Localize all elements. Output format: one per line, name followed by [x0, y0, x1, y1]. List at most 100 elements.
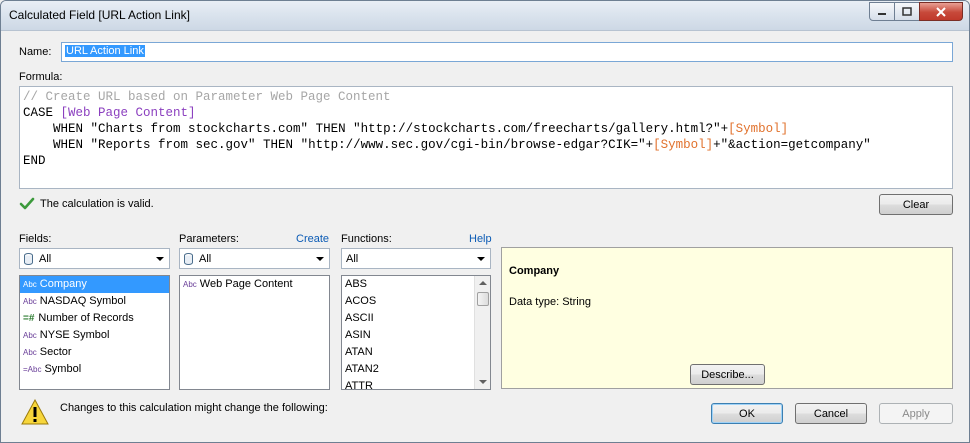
list-item[interactable]: =Abc Symbol [20, 361, 169, 378]
formula-label: Formula: [19, 71, 63, 83]
fields-filter-dropdown[interactable]: All [19, 248, 170, 269]
list-item-label: Web Page Content [199, 278, 293, 290]
functions-list[interactable]: ABSACOSASCIIASINATANATAN2ATTRAVG [341, 275, 491, 390]
cancel-button[interactable]: Cancel [795, 403, 867, 424]
formula-token-param: [Symbol] [728, 122, 789, 136]
formula-line: WHEN "Charts from stockcharts.com" THEN … [23, 121, 949, 137]
validation-status: The calculation is valid. [19, 197, 154, 211]
minimize-icon [878, 12, 886, 15]
description-title: Company [509, 265, 560, 277]
function-item[interactable]: ASIN [342, 327, 490, 344]
list-item-label: Sector [39, 346, 72, 358]
function-item[interactable]: ABS [342, 276, 490, 293]
formula-token-kw: CASE [23, 106, 61, 120]
parameters-filter-value: All [199, 252, 212, 265]
describe-button[interactable]: Describe... [690, 364, 765, 385]
formula-token-kw: + [713, 138, 721, 152]
fields-filter-value: All [39, 252, 52, 265]
chevron-down-icon [477, 257, 485, 261]
scroll-down-icon[interactable] [479, 380, 487, 384]
calculated-field-dialog: Calculated Field [URL Action Link] Name:… [0, 0, 970, 443]
data-type-icon: Abc [23, 280, 37, 289]
formula-token-param: [Symbol] [653, 138, 714, 152]
validation-text: The calculation is valid. [40, 198, 154, 210]
ok-button[interactable]: OK [711, 403, 783, 424]
formula-token-comment: // Create URL based on Parameter Web Pag… [23, 90, 391, 104]
checkmark-icon [19, 197, 35, 210]
parameters-filter-dropdown[interactable]: All [179, 248, 330, 269]
name-label: Name: [19, 46, 52, 58]
formula-token-str: "Reports from sec.gov" [90, 138, 256, 152]
data-type-icon: Abc [183, 280, 197, 289]
list-item[interactable]: Abc Company [20, 276, 169, 293]
list-item-label: NASDAQ Symbol [39, 295, 126, 307]
formula-token-kw: THEN [255, 138, 301, 152]
functions-help-link[interactable]: Help [469, 233, 492, 245]
chevron-down-icon [316, 257, 324, 261]
list-item-label: Symbol [44, 363, 82, 375]
fields-list[interactable]: Abc Company Abc NASDAQ Symbol =# Number of Re… [19, 275, 170, 390]
functions-scrollbar[interactable] [474, 276, 490, 389]
formula-token-kw: THEN [308, 122, 354, 136]
data-type-icon: =Abc [23, 365, 42, 374]
function-item[interactable]: ATAN2 [342, 361, 490, 378]
window-controls [869, 2, 963, 21]
list-item-label: Number of Records [38, 312, 134, 324]
list-item[interactable]: Abc NYSE Symbol [20, 327, 169, 344]
fields-label: Fields: [19, 233, 52, 245]
list-item[interactable]: Abc Sector [20, 344, 169, 361]
data-type-icon: Abc [23, 331, 37, 340]
apply-button[interactable]: Apply [879, 403, 953, 424]
functions-label: Functions: [341, 233, 392, 245]
data-type-icon: Abc [23, 348, 37, 357]
function-item[interactable]: ACOS [342, 293, 490, 310]
minimize-button[interactable] [869, 2, 895, 21]
formula-token-kw: END [23, 154, 46, 168]
formula-line: CASE [Web Page Content] [23, 105, 949, 121]
list-item[interactable]: Abc Web Page Content [180, 276, 329, 293]
list-item-label: Company [39, 278, 87, 290]
title-bar[interactable]: Calculated Field [URL Action Link] [1, 1, 969, 31]
clear-button[interactable]: Clear [879, 194, 953, 215]
name-value: URL Action Link [65, 45, 145, 57]
formula-token-str: "&action=getcompany" [720, 138, 871, 152]
formula-token-str: "http://stockcharts.com/freecharts/galle… [353, 122, 721, 136]
name-field[interactable]: URL Action Link [61, 42, 953, 62]
window-title: Calculated Field [URL Action Link] [9, 8, 190, 22]
functions-filter-dropdown[interactable]: All [341, 248, 491, 269]
warning-icon [21, 399, 49, 425]
functions-filter-value: All [346, 252, 359, 265]
formula-line: // Create URL based on Parameter Web Pag… [23, 89, 949, 105]
list-item[interactable]: Abc NASDAQ Symbol [20, 293, 169, 310]
parameters-list[interactable]: Abc Web Page Content [179, 275, 330, 390]
maximize-button[interactable] [894, 2, 920, 21]
formula-token-kw: WHEN [23, 122, 91, 136]
description-data-type: Data type: String [509, 296, 591, 308]
close-icon [936, 6, 946, 17]
database-icon [24, 252, 33, 265]
chevron-down-icon [156, 257, 164, 261]
list-item[interactable]: =# Number of Records [20, 310, 169, 327]
formula-token-str: "http://www.sec.gov/cgi-bin/browse-edgar… [300, 138, 646, 152]
create-parameter-link[interactable]: Create [296, 233, 329, 245]
maximize-icon [902, 7, 912, 16]
formula-line: WHEN "Reports from sec.gov" THEN "http:/… [23, 137, 949, 153]
formula-token-field: [Web Page Content] [60, 106, 196, 120]
scroll-thumb[interactable] [477, 292, 489, 306]
formula-token-kw: WHEN [23, 138, 91, 152]
formula-token-str: "Charts from stockcharts.com" [90, 122, 309, 136]
list-item-label: NYSE Symbol [39, 329, 110, 341]
data-type-icon: Abc [23, 297, 37, 306]
formula-editor[interactable]: // Create URL based on Parameter Web Pag… [19, 86, 953, 189]
description-panel: Company Data type: String Describe... [501, 247, 953, 389]
function-item[interactable]: ATTR [342, 378, 490, 389]
database-icon [184, 252, 193, 265]
data-type-icon: =# [23, 313, 35, 324]
close-button[interactable] [919, 2, 963, 21]
scroll-up-icon[interactable] [479, 281, 487, 285]
formula-line: END [23, 153, 949, 169]
warning-text: Changes to this calculation might change… [60, 402, 328, 414]
parameters-label: Parameters: [179, 233, 239, 245]
function-item[interactable]: ATAN [342, 344, 490, 361]
function-item[interactable]: ASCII [342, 310, 490, 327]
